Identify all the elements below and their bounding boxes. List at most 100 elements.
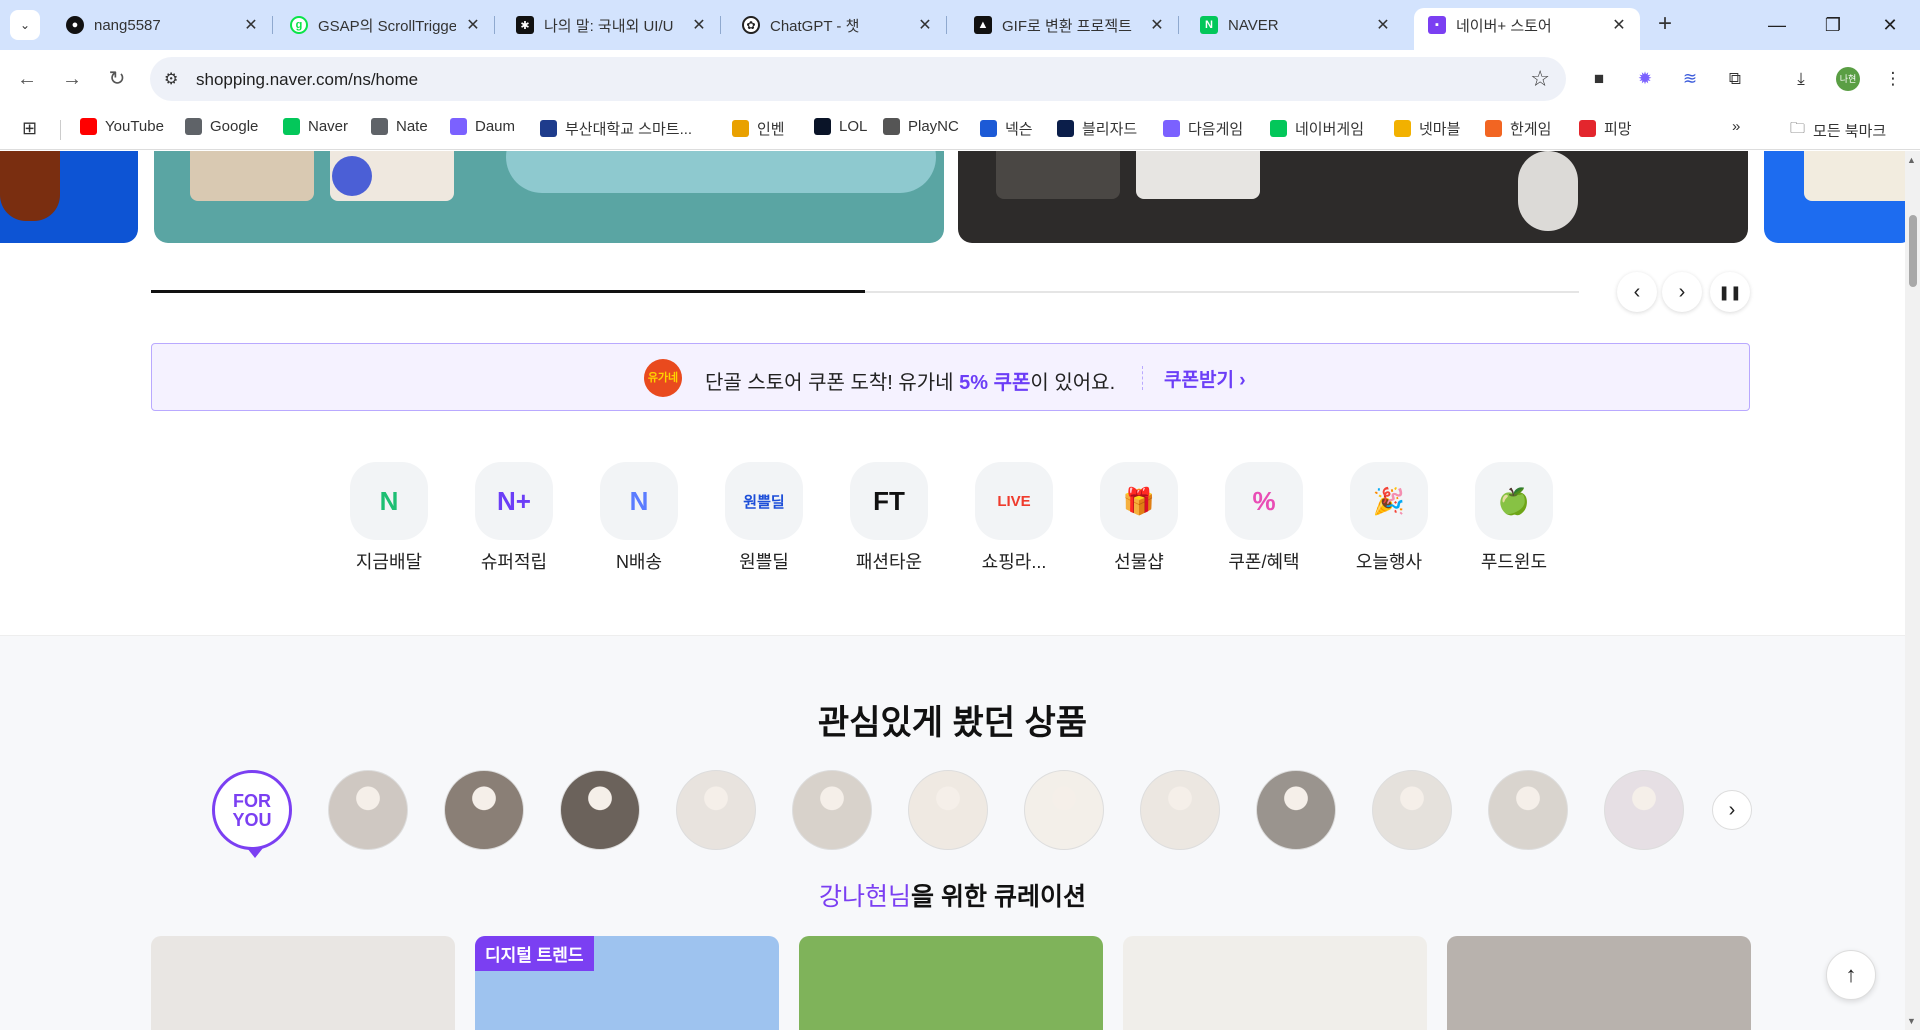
new-tab-button[interactable]: +: [1650, 10, 1680, 40]
bookmark-item[interactable]: Daum: [450, 118, 515, 135]
viewed-product-thumbnail[interactable]: [560, 770, 640, 850]
coupon-get-button[interactable]: 쿠폰받기 ›: [1164, 365, 1246, 392]
menu-kebab-icon[interactable]: ⋮: [1880, 66, 1906, 92]
curation-card[interactable]: 디지털 트렌드: [475, 936, 779, 1030]
back-button[interactable]: ←: [12, 64, 42, 94]
tab-search-button[interactable]: ⌄: [10, 10, 40, 40]
viewed-product-thumbnail[interactable]: [1140, 770, 1220, 850]
shortcut-item[interactable]: 🎉 오늘행사: [1339, 462, 1439, 574]
extension-wave-icon[interactable]: ≋: [1677, 66, 1703, 92]
bookmark-item[interactable]: 네이버게임: [1270, 118, 1364, 139]
viewed-product-thumbnail[interactable]: [1024, 770, 1104, 850]
curation-suffix: 을 위한 큐레이션: [911, 883, 1086, 911]
forward-button[interactable]: →: [57, 64, 87, 94]
shortcut-item[interactable]: 🎁 선물샵: [1089, 462, 1189, 574]
viewed-next-button[interactable]: ›: [1712, 790, 1752, 830]
bookmark-item[interactable]: LOL: [814, 118, 867, 135]
close-icon[interactable]: ✕: [916, 15, 934, 35]
shortcut-item[interactable]: N+ 슈퍼적립: [464, 462, 564, 574]
viewed-product-thumbnail[interactable]: [444, 770, 524, 850]
bookmark-star-icon[interactable]: ☆: [1530, 66, 1550, 92]
tab-notion[interactable]: ✱ 나의 말: 국내외 UI/U ✕: [502, 8, 721, 42]
gift-shop-icon: 🎁: [1100, 462, 1178, 540]
coupon-text-prefix: 단골 스토어 쿠폰 도착! 유가네: [705, 372, 960, 394]
curation-card[interactable]: [151, 936, 455, 1030]
scroll-to-top-button[interactable]: ↑: [1826, 950, 1876, 1000]
profile-avatar[interactable]: 나현: [1836, 67, 1860, 91]
bookmark-item[interactable]: YouTube: [80, 118, 164, 135]
slider-next-button[interactable]: ›: [1662, 272, 1702, 312]
shortcut-item[interactable]: 🍏 푸드윈도: [1464, 462, 1564, 574]
camera-icon[interactable]: ■: [1586, 66, 1612, 92]
url-text[interactable]: shopping.naver.com/ns/home: [196, 70, 418, 90]
scroll-down-arrow[interactable]: ▼: [1907, 1016, 1916, 1026]
bookmark-item[interactable]: 피망: [1579, 118, 1632, 139]
shortcut-item[interactable]: LIVE 쇼핑라...: [964, 462, 1064, 574]
tab-gsap[interactable]: g GSAP의 ScrollTrigger ✕: [276, 8, 495, 42]
reload-button[interactable]: ↻: [102, 64, 132, 94]
viewed-product-thumbnail[interactable]: [792, 770, 872, 850]
bookmark-item[interactable]: 넷마블: [1394, 118, 1460, 139]
curation-card[interactable]: [1447, 936, 1751, 1030]
viewed-product-thumbnail[interactable]: [1604, 770, 1684, 850]
slider-prev-button[interactable]: ‹: [1617, 272, 1657, 312]
all-bookmarks-button[interactable]: 🗀 모든 북마크: [1790, 118, 1886, 143]
maximize-button[interactable]: ❐: [1813, 10, 1853, 40]
bookmark-item[interactable]: PlayNC: [883, 118, 959, 135]
for-you-button[interactable]: FOR YOU: [212, 770, 292, 858]
download-icon[interactable]: ⤓: [1788, 66, 1814, 92]
shortcut-item[interactable]: 원쁠딜 원쁠딜: [714, 462, 814, 574]
shortcut-item[interactable]: % 쿠폰/혜택: [1214, 462, 1314, 574]
ai-icon: ▲: [974, 16, 992, 34]
viewed-product-thumbnail[interactable]: [1256, 770, 1336, 850]
bookmark-item[interactable]: Nate: [371, 118, 428, 135]
curation-card[interactable]: [799, 936, 1103, 1030]
close-icon[interactable]: ✕: [1610, 15, 1628, 35]
close-icon[interactable]: ✕: [1148, 15, 1166, 35]
coupon-banner[interactable]: 유가네 단골 스토어 쿠폰 도착! 유가네 5% 쿠폰이 있어요. 쿠폰받기 ›: [151, 343, 1750, 411]
bookmark-item[interactable]: Naver: [283, 118, 348, 135]
viewed-product-thumbnail[interactable]: [328, 770, 408, 850]
banner-slide-teal[interactable]: [154, 151, 944, 243]
viewed-product-thumbnail[interactable]: [1372, 770, 1452, 850]
site-info-icon[interactable]: ⚙: [164, 69, 178, 89]
extension-gear-icon[interactable]: ✹: [1632, 66, 1658, 92]
close-icon[interactable]: ✕: [464, 15, 482, 35]
bookmark-item[interactable]: 인벤: [732, 118, 785, 139]
shortcut-item[interactable]: N N배송: [589, 462, 689, 574]
close-icon[interactable]: ✕: [1374, 15, 1392, 35]
close-icon[interactable]: ✕: [242, 15, 260, 35]
extensions-puzzle-icon[interactable]: ⧉: [1722, 66, 1748, 92]
scrollbar-thumb[interactable]: [1909, 215, 1917, 287]
banner-slide-next[interactable]: [1764, 151, 1905, 243]
tab-github[interactable]: ● nang5587 ✕: [52, 8, 273, 42]
bookmark-item[interactable]: 넥슨: [980, 118, 1033, 139]
address-bar[interactable]: ⚙ shopping.naver.com/ns/home ☆: [150, 57, 1566, 101]
close-icon[interactable]: ✕: [690, 15, 708, 35]
banner-slide-dark[interactable]: [958, 151, 1748, 243]
tab-chatgpt[interactable]: ✿ ChatGPT - 챗 ✕: [728, 8, 947, 42]
tab-naver-store[interactable]: ▪ 네이버+ 스토어 ✕: [1414, 8, 1640, 50]
viewed-product-thumbnail[interactable]: [1488, 770, 1568, 850]
banner-slide-prev[interactable]: [0, 151, 138, 243]
apps-grid-icon[interactable]: ⊞: [22, 118, 37, 139]
viewed-product-thumbnail[interactable]: [908, 770, 988, 850]
bookmarks-overflow-button[interactable]: »: [1732, 118, 1740, 135]
shortcut-item[interactable]: FT 패션타운: [839, 462, 939, 574]
minimize-button[interactable]: —: [1757, 10, 1797, 40]
bookmark-item[interactable]: 한게임: [1485, 118, 1551, 139]
tab-gif[interactable]: ▲ GIF로 변환 프로젝트 ✕: [960, 8, 1179, 42]
bookmark-item[interactable]: 다음게임: [1163, 118, 1243, 139]
page-scrollbar[interactable]: ▲ ▼: [1905, 151, 1920, 1030]
viewed-product-thumbnail[interactable]: [676, 770, 756, 850]
slider-pause-button[interactable]: ❚❚: [1710, 272, 1750, 312]
scroll-up-arrow[interactable]: ▲: [1907, 155, 1916, 165]
close-window-button[interactable]: ✕: [1870, 10, 1910, 40]
tab-naver[interactable]: N NAVER ✕: [1186, 8, 1404, 42]
bookmark-item[interactable]: Google: [185, 118, 258, 135]
page-viewport: ‹ › ❚❚ 유가네 단골 스토어 쿠폰 도착! 유가네 5% 쿠폰이 있어요.…: [0, 151, 1905, 1030]
bookmark-item[interactable]: 블리자드: [1057, 118, 1137, 139]
bookmark-item[interactable]: 부산대학교 스마트...: [540, 118, 692, 139]
shortcut-item[interactable]: N 지금배달: [339, 462, 439, 574]
curation-card[interactable]: [1123, 936, 1427, 1030]
